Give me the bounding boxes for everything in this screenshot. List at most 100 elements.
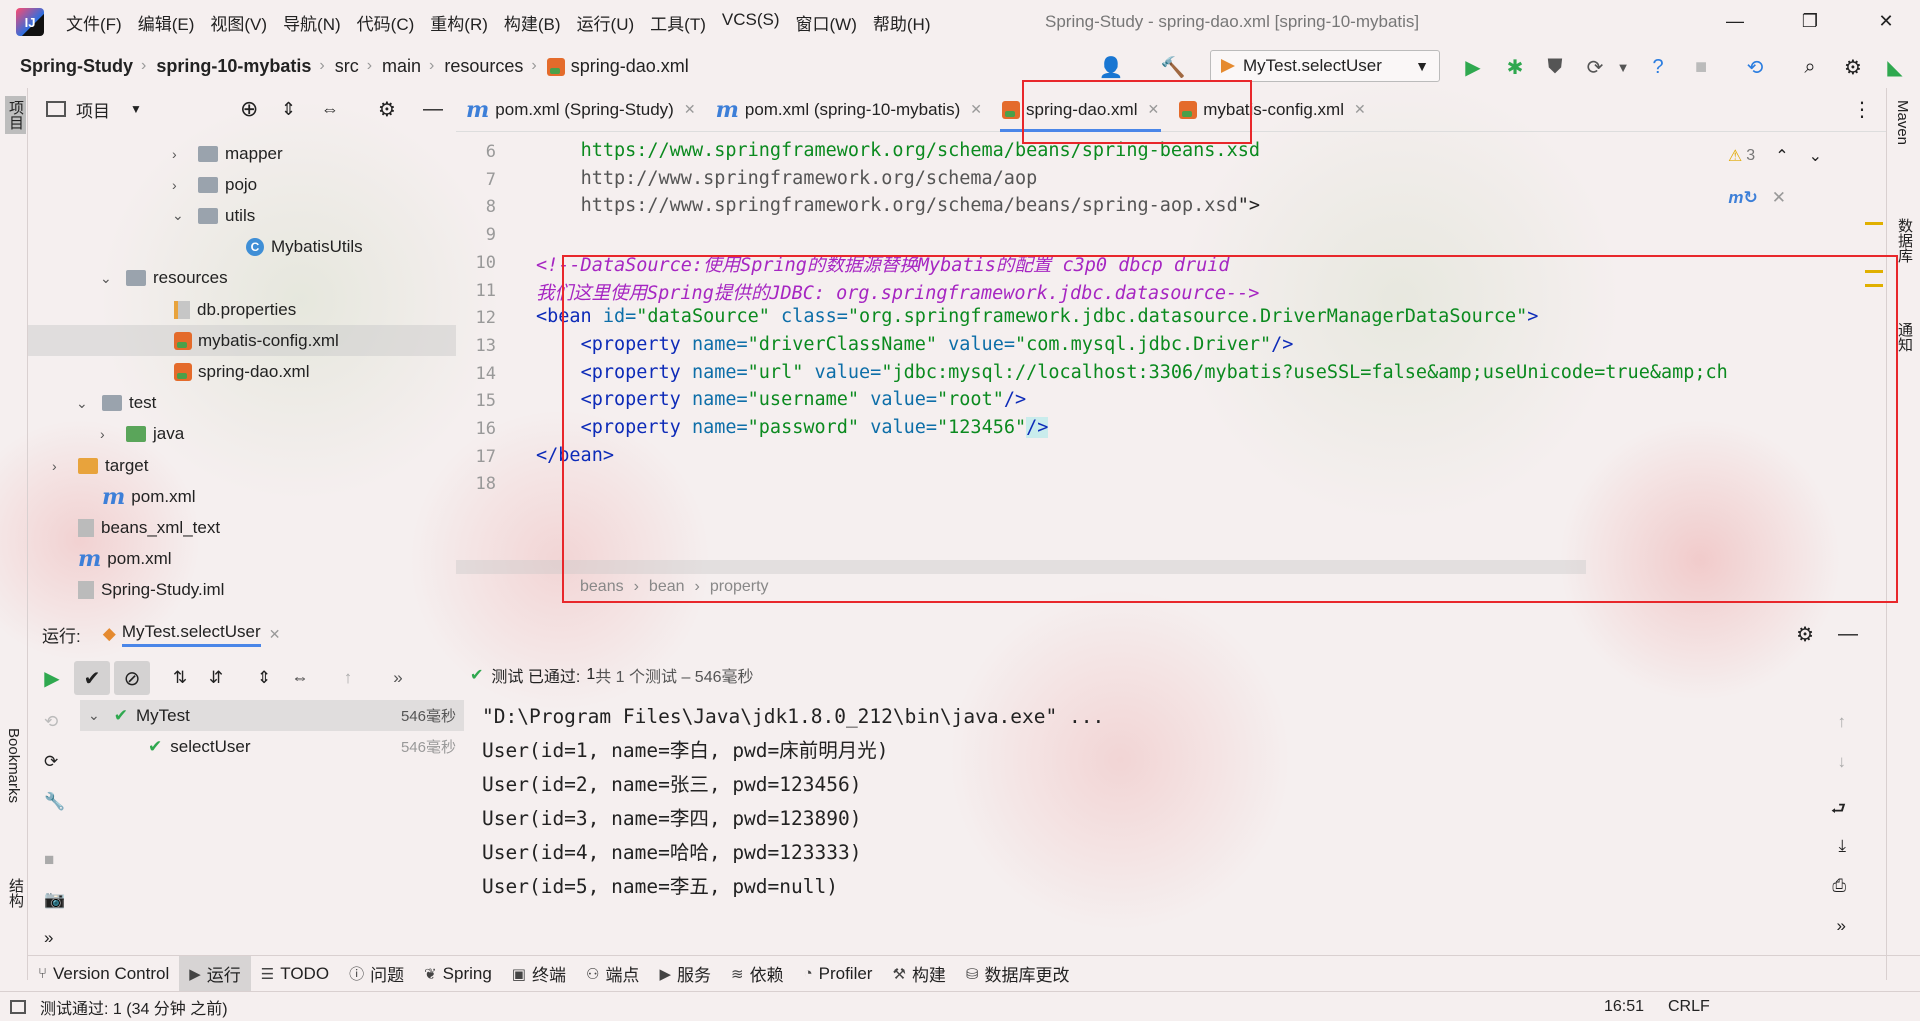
arrow-up-icon[interactable]: ↑ — [330, 668, 366, 688]
project-panel-title[interactable]: 项目 — [76, 97, 110, 122]
menu-item[interactable]: 帮助(H) — [865, 10, 939, 35]
more-icon[interactable]: » — [1837, 916, 1846, 936]
tree-item[interactable]: › target — [28, 450, 456, 481]
chevron-right-icon[interactable]: › — [172, 146, 190, 162]
code-line[interactable]: http://www.springframework.org/schema/ao… — [536, 168, 1038, 189]
camera-icon[interactable]: 📷 — [44, 890, 65, 910]
chevron-down-icon[interactable]: ⌄ — [172, 207, 190, 224]
chevron-down-icon[interactable]: ⌄ — [1809, 146, 1822, 166]
line-number[interactable]: 16 — [456, 419, 496, 439]
line-number[interactable]: 13 — [456, 336, 496, 356]
maven-reload-icon[interactable]: m↻ — [1728, 188, 1757, 208]
menu-item[interactable]: 视图(V) — [202, 10, 275, 35]
console-output[interactable]: "D:\Program Files\Java\jdk1.8.0_212\bin\… — [470, 700, 1846, 960]
bottom-tab[interactable]: ☰ TODO — [251, 956, 339, 992]
arrow-up-icon[interactable]: ↑ — [1838, 712, 1847, 732]
bottom-tab[interactable]: ≋ 依赖 — [721, 956, 794, 992]
restore-icon[interactable]: ❐ — [1790, 6, 1830, 36]
maven-tool-button[interactable]: Maven — [1894, 100, 1911, 145]
close-icon[interactable]: ✕ — [684, 101, 696, 118]
expand-all-icon[interactable]: ⇕ — [246, 668, 282, 688]
menu-item[interactable]: 文件(F) — [58, 10, 130, 35]
structure-tool-button[interactable]: 结构 — [5, 878, 26, 908]
tree-item[interactable]: C MybatisUtils — [28, 232, 456, 263]
chevron-down-icon[interactable]: ⌄ — [88, 707, 100, 724]
tree-item[interactable]: spring-dao.xml — [28, 356, 456, 387]
help-icon[interactable]: ? — [1645, 54, 1671, 80]
line-number[interactable]: 8 — [456, 197, 496, 217]
soft-wrap-icon[interactable]: ⮐ — [1831, 796, 1846, 825]
collapse-all-icon[interactable]: ⇔ — [321, 99, 339, 120]
print-icon[interactable]: ⎙ — [1832, 876, 1846, 896]
chevron-down-icon[interactable]: ▼ — [130, 102, 142, 116]
bottom-tab[interactable]: ❦ Spring — [414, 956, 502, 992]
code-line[interactable]: https://www.springframework.org/schema/b… — [536, 195, 1260, 216]
bookmarks-tool-button[interactable]: Bookmarks — [5, 728, 22, 803]
bottom-tab[interactable]: ◔ Profiler — [794, 956, 883, 992]
more-icon[interactable]: » — [384, 668, 412, 688]
chevron-down-icon[interactable]: ⌄ — [100, 270, 118, 287]
console-line[interactable]: User(id=3, name=李四, pwd=123890) — [482, 802, 1104, 836]
tree-item[interactable]: ⌄ utils — [28, 200, 456, 231]
chevron-right-icon[interactable]: › — [172, 177, 190, 193]
user-icon[interactable]: 👤 — [1098, 54, 1124, 80]
gear-icon[interactable]: ⚙ — [1840, 54, 1866, 80]
arrow-down-icon[interactable]: ↓ — [1838, 752, 1847, 772]
tree-item[interactable]: › pojo — [28, 169, 456, 200]
tree-item[interactable]: m pom.xml — [28, 481, 456, 512]
bottom-tab[interactable]: ⓘ 问题 — [339, 956, 414, 992]
line-number[interactable]: 14 — [456, 364, 496, 384]
tree-item[interactable]: mybatis-config.xml — [28, 325, 456, 357]
panel-toggle-icon[interactable] — [10, 999, 26, 1014]
tree-item[interactable]: › mapper — [28, 138, 456, 169]
line-number[interactable]: 9 — [456, 225, 496, 245]
tree-item[interactable]: › java — [28, 419, 456, 450]
locate-icon[interactable]: ⊕ — [240, 96, 258, 122]
line-number[interactable]: 12 — [456, 308, 496, 328]
history-icon[interactable]: ⟲ — [44, 712, 58, 732]
run-tab[interactable]: MyTest.selectUser — [121, 622, 261, 647]
search-icon[interactable]: ⌕ — [1797, 54, 1823, 80]
breadcrumb-src[interactable]: src — [327, 56, 365, 77]
console-line[interactable]: User(id=4, name=哈哈, pwd=123333) — [482, 836, 1104, 870]
bottom-tab[interactable]: ⛁ 数据库更改 — [956, 956, 1080, 992]
stop-icon[interactable]: ■ — [1688, 54, 1714, 80]
profile-icon[interactable]: ⟳ — [1582, 54, 1608, 80]
console-line[interactable]: User(id=5, name=李五, pwd=null) — [482, 870, 1104, 904]
gear-icon[interactable]: ⚙ — [1796, 622, 1814, 647]
menu-item[interactable]: 运行(U) — [569, 10, 643, 35]
menu-item[interactable]: 构建(B) — [496, 10, 569, 35]
tree-item[interactable]: m pom.xml — [28, 544, 456, 575]
chevron-down-icon[interactable]: ⌄ — [76, 395, 94, 412]
console-line[interactable]: User(id=2, name=张三, pwd=123456) — [482, 768, 1104, 802]
test-row[interactable]: ⌄ ✔ MyTest 546毫秒 — [80, 700, 464, 731]
menu-item[interactable]: 窗口(W) — [788, 10, 865, 35]
close-window-icon[interactable]: ✕ — [1866, 6, 1906, 36]
collapse-all-icon[interactable]: ⇔ — [282, 668, 318, 688]
tab-pom-spring-10-mybatis[interactable]: m pom.xml (spring-10-mybatis) ✕ — [706, 88, 992, 132]
line-number[interactable]: 18 — [456, 474, 496, 494]
status-cursor-time[interactable]: 16:51 — [1604, 998, 1644, 1016]
close-icon[interactable]: ✕ — [269, 626, 281, 643]
menu-item[interactable]: 导航(N) — [275, 10, 349, 35]
tree-item[interactable]: ⌄ resources — [28, 263, 456, 294]
line-number[interactable]: 15 — [456, 391, 496, 411]
close-icon[interactable]: ✕ — [1354, 101, 1366, 118]
more-tabs-icon[interactable]: ⋮ — [1852, 97, 1872, 122]
line-number[interactable]: 10 — [456, 253, 496, 273]
chevron-right-icon[interactable]: › — [52, 458, 70, 474]
scroll-to-end-icon[interactable]: ⤓ — [1838, 836, 1846, 856]
wrench-icon[interactable]: 🔧 — [44, 792, 65, 812]
line-number[interactable]: 6 — [456, 142, 496, 162]
breadcrumb-main[interactable]: main — [374, 56, 427, 77]
project-tool-button[interactable]: 项目 — [5, 96, 26, 134]
hide-panel-icon[interactable]: — — [1838, 623, 1858, 646]
breadcrumb-file[interactable]: spring-dao.xml — [539, 56, 695, 77]
menu-item[interactable]: VCS(S) — [714, 10, 788, 35]
breadcrumb-project[interactable]: Spring-Study — [0, 56, 139, 77]
bottom-tab[interactable]: ⚒ 构建 — [882, 956, 955, 992]
menu-item[interactable]: 编辑(E) — [130, 10, 203, 35]
chevron-right-icon[interactable]: › — [100, 426, 118, 442]
test-row[interactable]: ✔ selectUser 546毫秒 — [80, 731, 464, 762]
sort-duration-icon[interactable]: ⇵ — [198, 668, 234, 688]
